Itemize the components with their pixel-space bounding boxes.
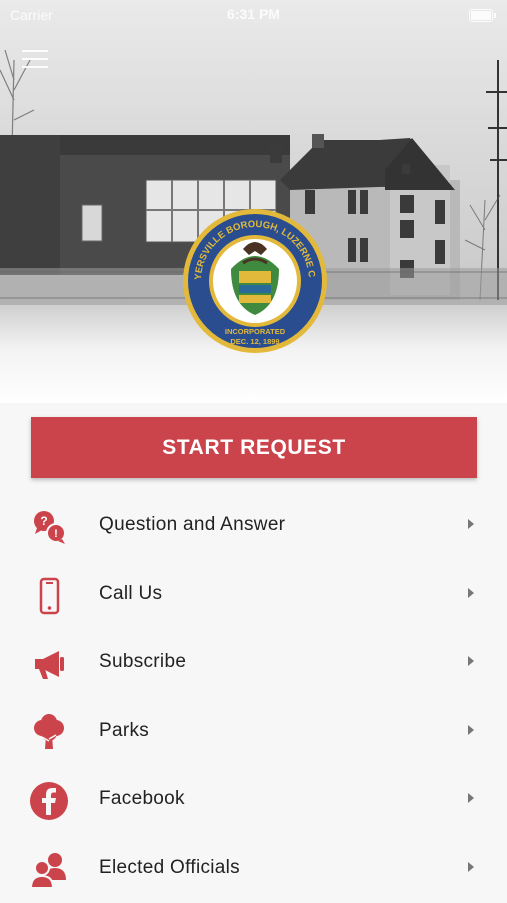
svg-text:!: !: [54, 528, 58, 540]
megaphone-icon: [26, 641, 72, 687]
list-item-call-us[interactable]: Call Us: [0, 561, 507, 630]
svg-text:?: ?: [40, 514, 47, 528]
menu-list: ? ! Question and Answer Call Us Subscrib…: [0, 492, 507, 903]
list-item-label: Elected Officials: [99, 857, 240, 879]
list-item-label: Question and Answer: [99, 514, 285, 536]
hamburger-menu-icon[interactable]: [22, 50, 48, 70]
start-request-button[interactable]: START REQUEST: [31, 417, 477, 478]
chevron-right-icon: [468, 519, 474, 529]
list-item-label: Subscribe: [99, 651, 186, 673]
list-item-label: Parks: [99, 720, 149, 742]
chevron-right-icon: [468, 862, 474, 872]
facebook-icon: [26, 778, 72, 824]
battery-icon: [469, 9, 493, 22]
phone-icon: [26, 573, 72, 619]
list-item-label: Call Us: [99, 583, 162, 605]
list-item-subscribe[interactable]: Subscribe: [0, 629, 507, 698]
list-item-parks[interactable]: Parks: [0, 698, 507, 767]
chevron-right-icon: [468, 793, 474, 803]
list-item-facebook[interactable]: Facebook: [0, 766, 507, 835]
list-item-question-and-answer[interactable]: ? ! Question and Answer: [0, 492, 507, 561]
borough-seal-logo: SWOYERSVILLE BOROUGH, LUZERNE CO. PA INC…: [181, 207, 329, 355]
hero-image: Carrier 6:31 PM SWOYERSVILLE BOROUGH, LU…: [0, 0, 507, 403]
status-time: 6:31 PM: [0, 6, 507, 22]
tree-icon: [26, 710, 72, 756]
question-chat-icon: ? !: [26, 504, 72, 550]
status-bar: Carrier 6:31 PM: [0, 0, 507, 30]
list-item-elected-officials[interactable]: Elected Officials: [0, 835, 507, 903]
list-item-label: Facebook: [99, 788, 185, 810]
chevron-right-icon: [468, 588, 474, 598]
chevron-right-icon: [468, 656, 474, 666]
seal-line2: DEC. 12, 1899: [230, 337, 279, 346]
users-icon: [26, 847, 72, 893]
chevron-right-icon: [468, 725, 474, 735]
seal-line1: INCORPORATED: [225, 327, 286, 336]
